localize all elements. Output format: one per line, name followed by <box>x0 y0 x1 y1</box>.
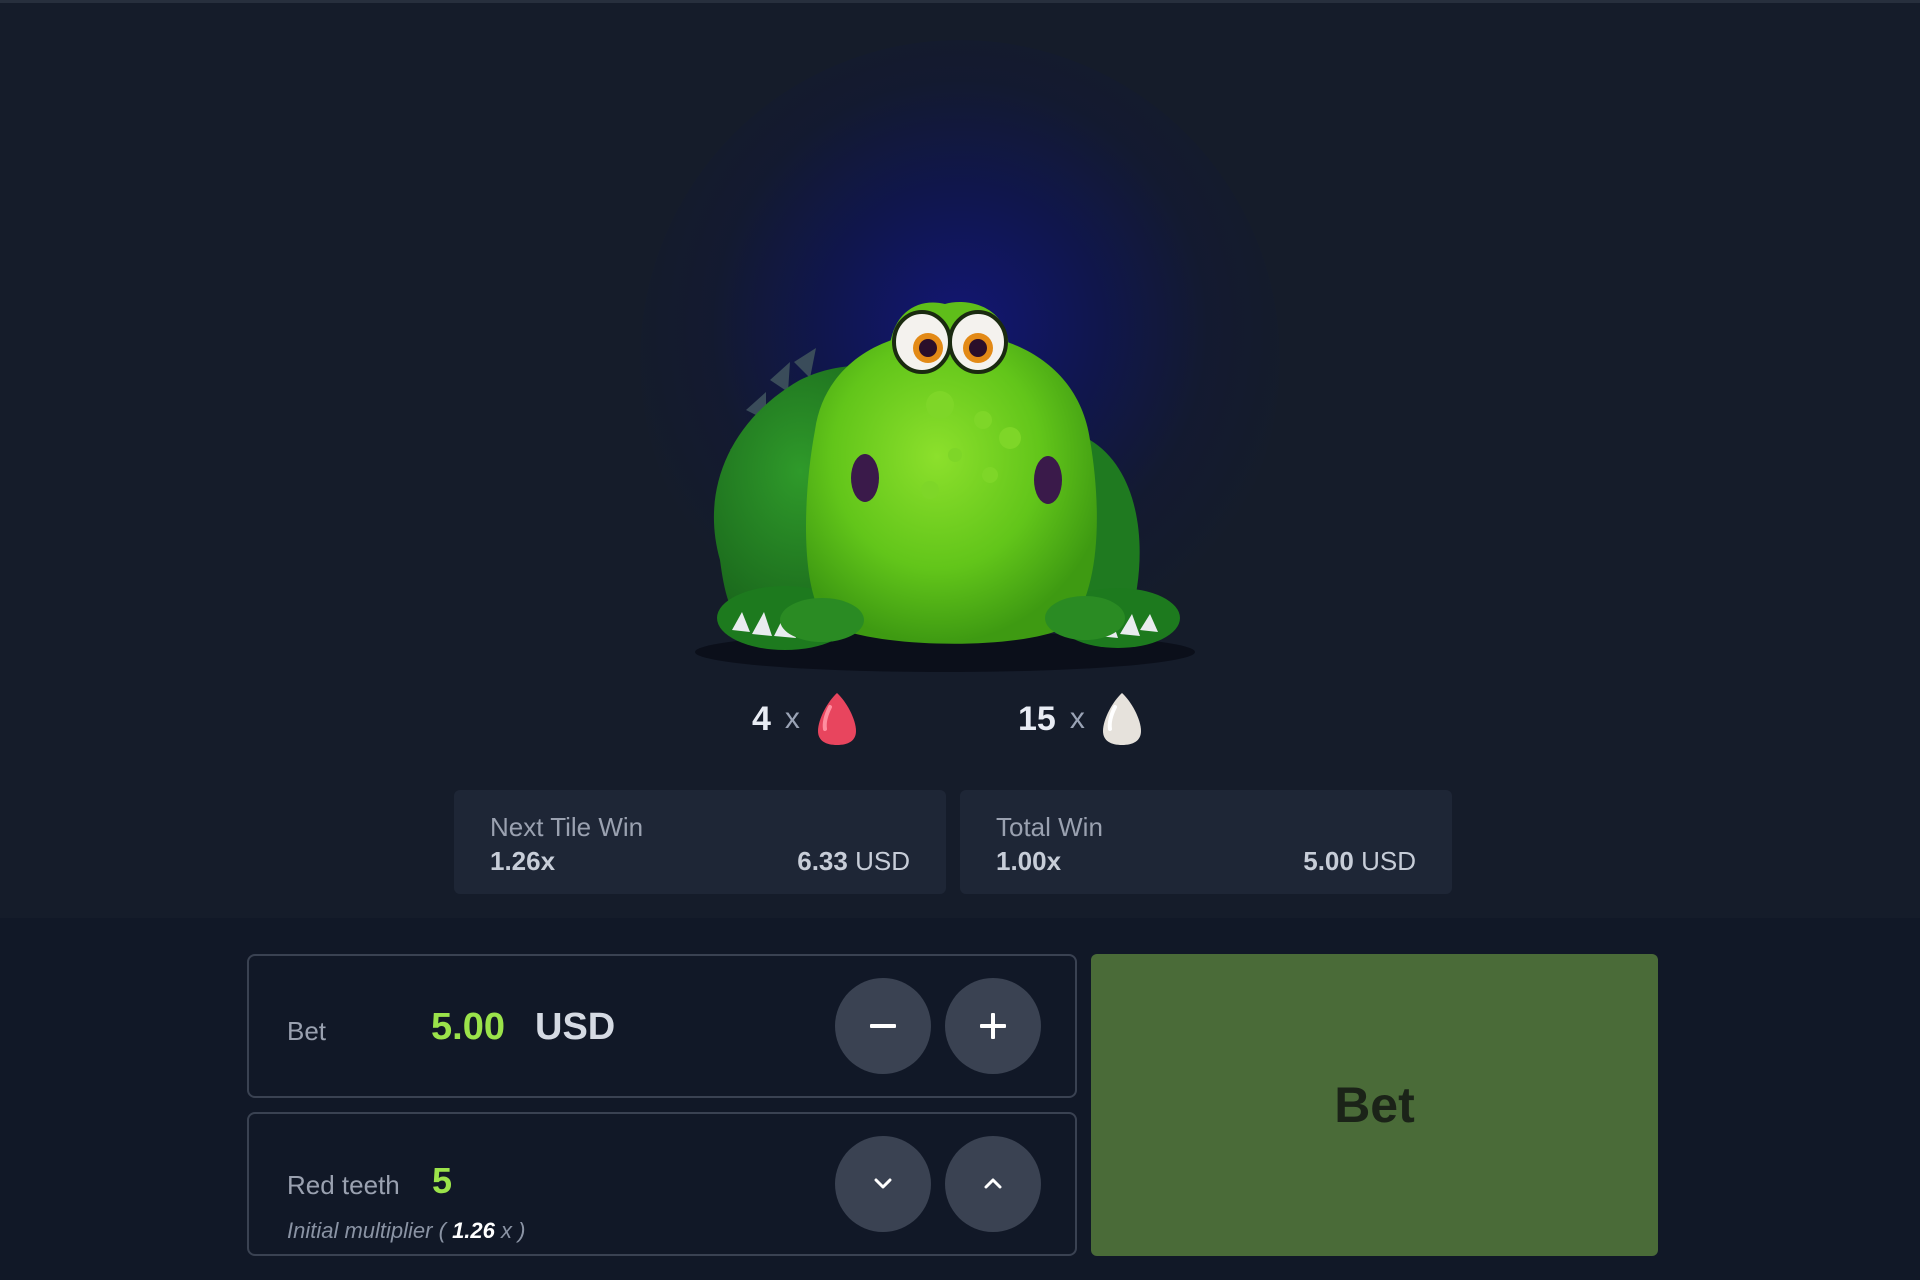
bet-amount-value[interactable]: 5.00 <box>431 1006 505 1049</box>
total-win-card: Total Win 1.00x 5.00 USD <box>960 790 1452 894</box>
chevron-down-icon <box>874 1178 892 1189</box>
red-teeth-panel: Red teeth 5 Initial multiplier ( 1.26 x … <box>247 1112 1077 1256</box>
times-symbol: x <box>784 702 800 735</box>
increase-red-teeth-button[interactable] <box>945 1136 1041 1232</box>
initial-multiplier-text: Initial multiplier ( 1.26 x ) <box>287 1218 525 1244</box>
total-win-title: Total Win <box>996 812 1103 842</box>
red-tooth-icon <box>817 693 856 745</box>
total-win-multiplier: 1.00x <box>996 846 1062 876</box>
tooth-counts: 4 x 15 x <box>0 684 1920 754</box>
increase-bet-button[interactable] <box>945 978 1041 1074</box>
next-tile-win-multiplier: 1.26x <box>490 846 556 876</box>
decrease-bet-button[interactable] <box>835 978 931 1074</box>
red-teeth-label: Red teeth <box>287 1170 400 1200</box>
total-win-value: 5.00 <box>1303 846 1354 876</box>
next-tile-win-title: Next Tile Win <box>490 812 644 842</box>
top-border <box>0 0 1920 3</box>
initial-multiplier-prefix: Initial multiplier ( <box>287 1218 446 1243</box>
next-tile-win-card: Next Tile Win 1.26x 6.33 USD <box>454 790 946 894</box>
white-teeth-count: 15 x <box>1018 684 1145 754</box>
bet-button-label: Bet <box>1334 1077 1415 1133</box>
next-tile-win-value: 6.33 <box>797 846 848 876</box>
bet-amount-panel: Bet 5.00 USD <box>247 954 1077 1098</box>
initial-multiplier-value: 1.26 <box>452 1218 495 1243</box>
bet-button[interactable]: Bet <box>1091 954 1658 1256</box>
red-teeth-value: 5 <box>432 1160 453 1201</box>
red-teeth-count-value: 4 <box>752 699 771 738</box>
chevron-up-icon <box>984 1178 1002 1189</box>
initial-multiplier-suffix: x ) <box>501 1218 526 1243</box>
next-tile-win-currency: USD <box>855 846 910 876</box>
dinosaur-character <box>695 301 1195 672</box>
plus-icon <box>980 1013 1006 1039</box>
bet-currency: USD <box>535 1006 616 1048</box>
bet-label: Bet <box>287 1016 327 1046</box>
decrease-red-teeth-button[interactable] <box>835 1136 931 1232</box>
total-win-currency: USD <box>1361 846 1416 876</box>
white-teeth-count-value: 15 <box>1018 699 1056 738</box>
minus-icon <box>870 1024 896 1028</box>
white-tooth-icon <box>1102 693 1141 745</box>
total-win-amount: 5.00 USD <box>1303 846 1416 877</box>
red-teeth-count: 4 x <box>752 684 860 754</box>
game-stage <box>0 0 1920 918</box>
times-symbol: x <box>1069 702 1085 735</box>
next-tile-win-amount: 6.33 USD <box>797 846 910 877</box>
